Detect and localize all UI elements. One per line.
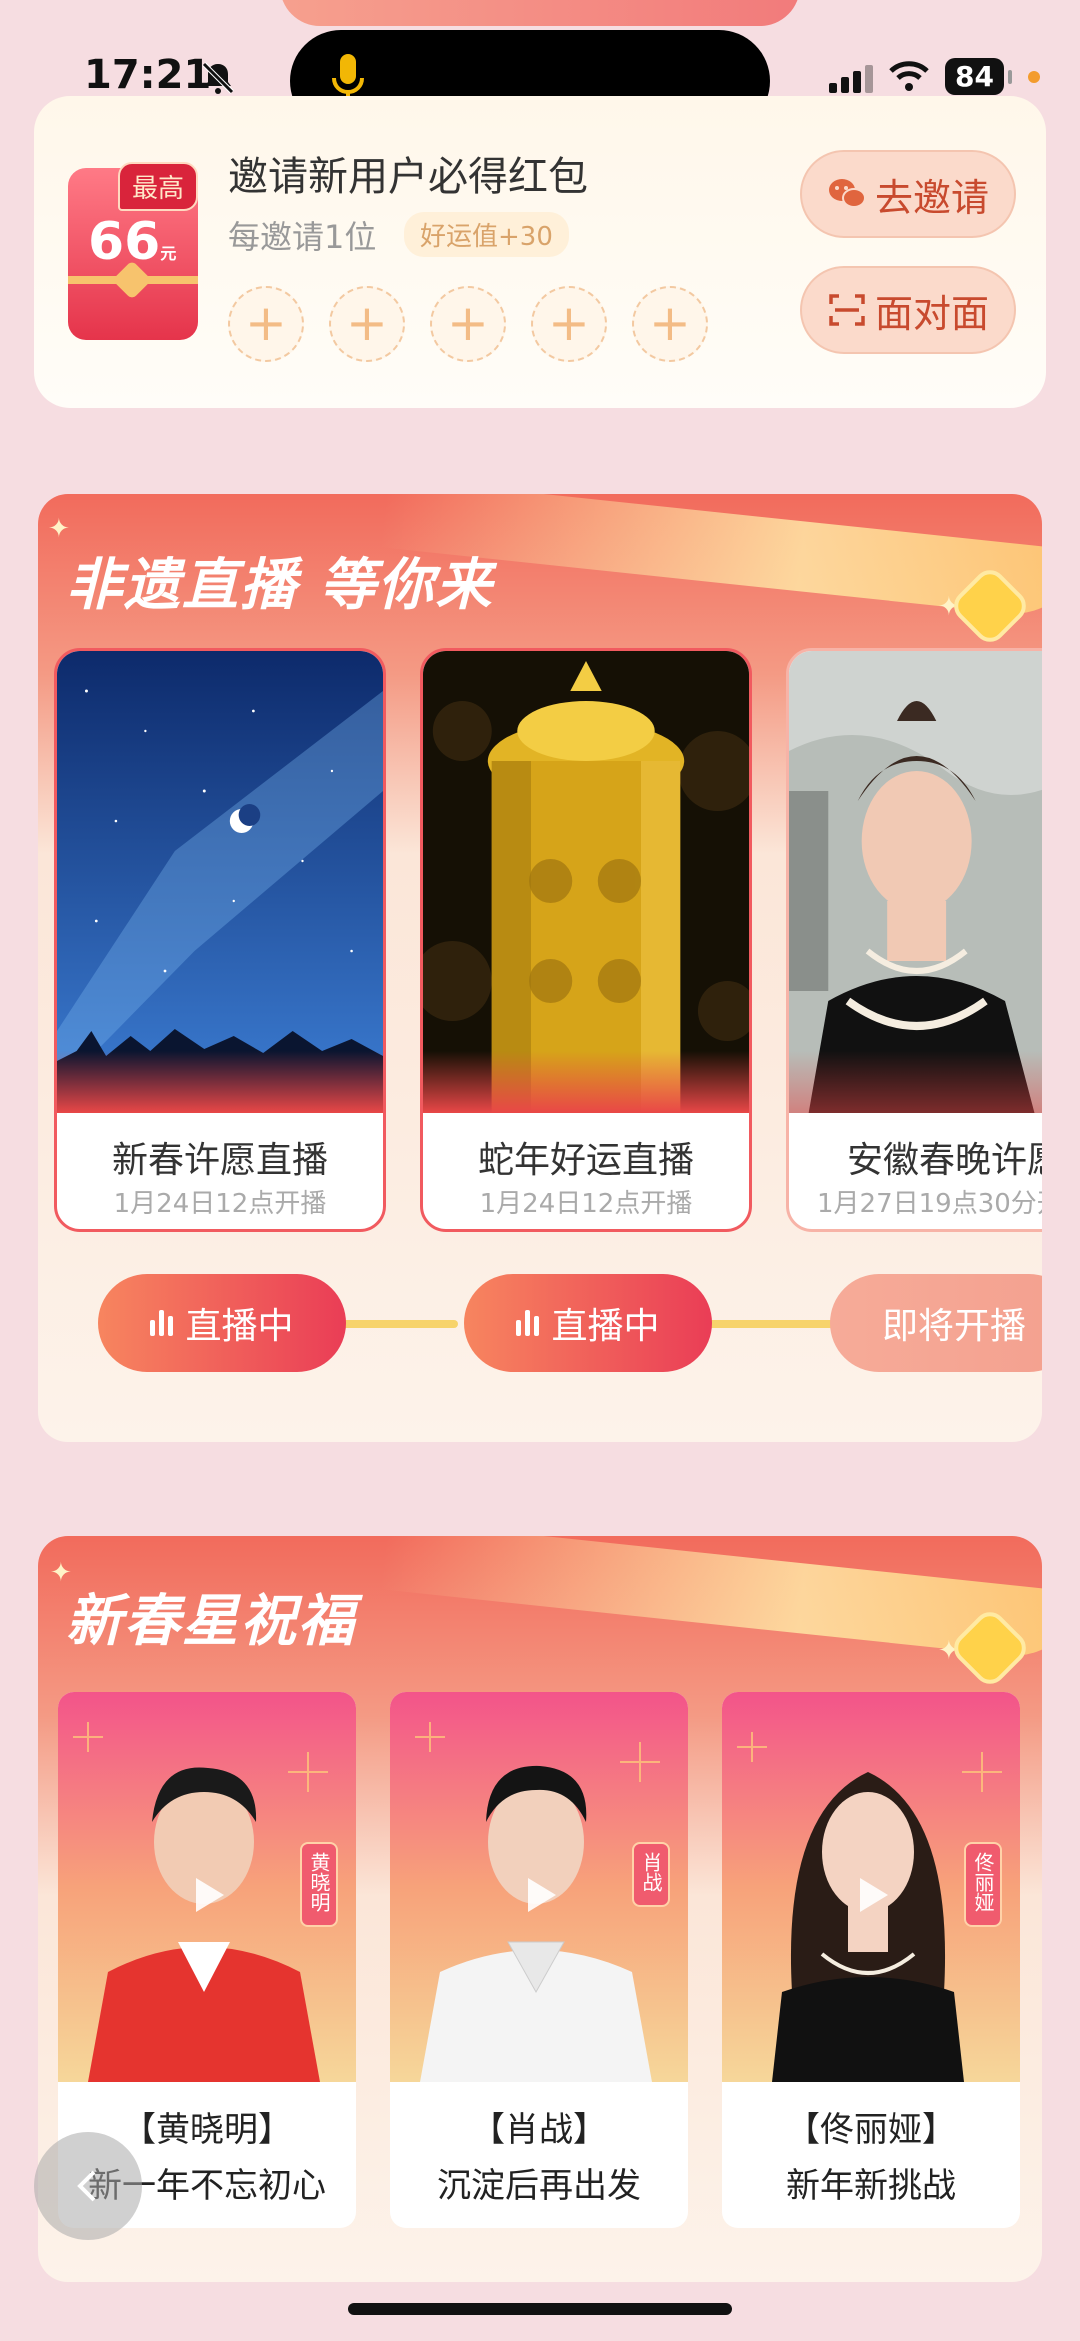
invite-subtitle: 每邀请1位	[228, 218, 377, 256]
invite-slot[interactable]: +	[228, 286, 304, 362]
invite-title: 邀请新用户必得红包	[228, 154, 588, 200]
face-button-label: 面对面	[874, 291, 989, 336]
live-card-time: 1月24日12点开播	[479, 1189, 693, 1219]
cellular-signal-icon	[829, 61, 874, 93]
status-time: 17:21	[84, 52, 212, 98]
star-name-tag: 肖战	[632, 1842, 670, 1907]
live-card-time: 1月24日12点开播	[113, 1189, 327, 1219]
invite-slot[interactable]: +	[329, 286, 405, 362]
live-section-title: 非遗直播 等你来	[66, 553, 494, 618]
live-card[interactable]: 蛇年好运直播 1月24日12点开播	[420, 648, 752, 1232]
upcoming-status-label: 即将开播	[881, 1306, 1026, 1347]
live-bars-icon	[150, 1310, 174, 1336]
live-card-name: 新春许愿直播	[111, 1140, 328, 1181]
live-status-label: 直播中	[185, 1306, 294, 1347]
star-section: ✦ ✦ 新春星祝福 黄晓明 【黄晓明】 新一年不忘初心 肖战 【肖战】 沉淀后再…	[38, 1536, 1042, 2282]
star-name-tag: 佟丽娅	[964, 1842, 1002, 1927]
home-indicator[interactable]	[348, 2303, 732, 2315]
live-section: ✦ ✦ 非遗直播 等你来 新春许愿直播 1月24日12点开播 蛇年好运直播 1月…	[38, 494, 1042, 1442]
star-name: 【肖战】	[471, 2110, 607, 2150]
performer-portrait-image	[789, 651, 1042, 1113]
battery-indicator: 84	[945, 58, 1012, 95]
chevron-left-icon	[77, 2170, 96, 2202]
star-video-card[interactable]: 肖战 【肖战】 沉淀后再出发	[390, 1692, 688, 2228]
star-video-card[interactable]: 佟丽娅 【佟丽娅】 新年新挑战	[722, 1692, 1020, 2228]
play-icon[interactable]	[182, 1870, 232, 1920]
invite-button-label: 去邀请	[874, 175, 989, 220]
status-icons: 84	[829, 58, 1040, 95]
star-name: 【佟丽娅】	[786, 2110, 956, 2150]
live-bars-icon	[516, 1310, 540, 1336]
invite-button[interactable]: 去邀请	[800, 150, 1016, 238]
scan-icon	[829, 294, 865, 326]
invite-slots: + + + + +	[228, 286, 708, 362]
live-card-name: 安徽春晚许愿	[847, 1140, 1042, 1181]
invite-slot[interactable]: +	[531, 286, 607, 362]
red-envelope-icon: 最高 66元	[68, 162, 198, 340]
golden-prayer-wheel-image	[423, 651, 749, 1113]
max-badge: 最高	[118, 162, 198, 211]
invite-slot[interactable]: +	[632, 286, 708, 362]
wechat-icon	[828, 179, 866, 208]
bell-off-icon	[202, 62, 234, 94]
star-name-tag: 黄晓明	[300, 1842, 338, 1927]
star-section-title: 新春星祝福	[66, 1589, 356, 1654]
face-to-face-button[interactable]: 面对面	[800, 266, 1016, 354]
play-icon[interactable]	[846, 1870, 896, 1920]
live-status-button[interactable]: 直播中	[464, 1274, 712, 1372]
back-button[interactable]	[34, 2132, 142, 2240]
upcoming-status-button[interactable]: 即将开播	[830, 1274, 1042, 1372]
live-status-label: 直播中	[551, 1306, 660, 1347]
star-message: 新年新挑战	[786, 2166, 956, 2206]
live-card-time: 1月27日19点30分开播	[817, 1189, 1042, 1219]
privacy-dot	[1028, 70, 1040, 83]
night-sky-image	[57, 651, 383, 1113]
live-card[interactable]: 新春许愿直播 1月24日12点开播	[54, 648, 386, 1232]
live-card-name: 蛇年好运直播	[477, 1140, 694, 1181]
play-icon[interactable]	[514, 1870, 564, 1920]
luck-badge: 好运值+30	[404, 212, 569, 257]
live-card[interactable]: 安徽春晚许愿 1月27日19点30分开播	[786, 648, 1042, 1232]
invite-slot[interactable]: +	[430, 286, 506, 362]
live-status-button[interactable]: 直播中	[98, 1274, 346, 1372]
invite-card: 最高 66元 邀请新用户必得红包 每邀请1位 好运值+30 + + + + + …	[34, 96, 1046, 408]
star-message: 沉淀后再出发	[437, 2166, 641, 2206]
wifi-icon	[889, 60, 929, 91]
